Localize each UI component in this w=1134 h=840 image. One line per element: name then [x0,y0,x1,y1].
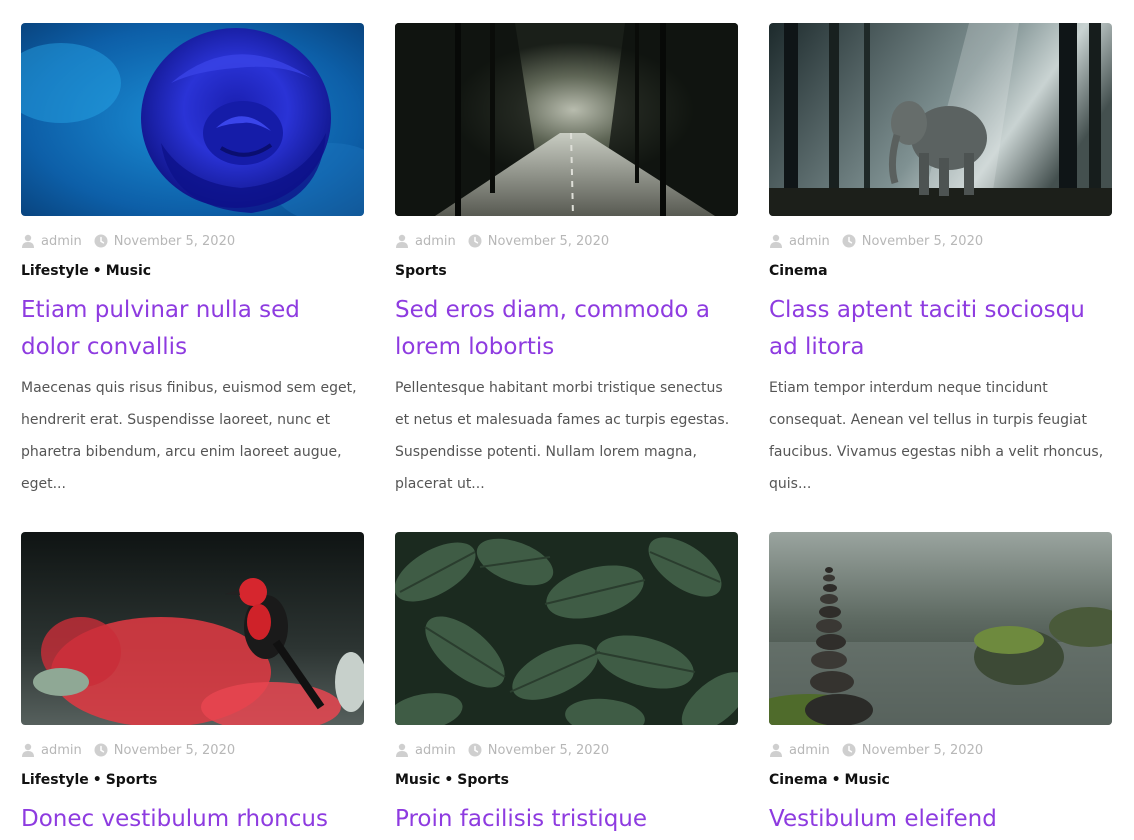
category-link[interactable]: Cinema [769,263,828,279]
posts-grid: admin November 5, 2020 Lifestyle • Music E… [21,23,1112,838]
author-name: admin [415,233,456,249]
post-author[interactable]: admin [769,743,830,758]
author-name: admin [415,742,456,758]
post-excerpt: Maecenas quis risus finibus, euismod sem… [21,380,357,492]
post-date[interactable]: November 5, 2020 [468,743,609,758]
post-author[interactable]: admin [21,743,82,758]
date-text: November 5, 2020 [487,742,610,758]
date-text: November 5, 2020 [861,233,984,249]
post-title[interactable]: Sed eros diam, commodo a lorem lobortis [395,292,738,366]
user-icon [21,743,35,757]
post-excerpt: Pellentesque habitant morbi tristique se… [395,380,730,492]
category-separator: • [92,263,102,279]
post-card: admin November 5, 2020 Cinema • Music Vest… [769,532,1112,838]
post-card: admin November 5, 2020 Lifestyle • Music E… [21,23,364,500]
post-title[interactable]: Vestibulum eleifend [769,801,1112,838]
post-thumbnail[interactable] [769,23,1112,216]
post-title[interactable]: Etiam pulvinar nulla sed dolor convallis [21,292,364,366]
clock-icon [468,743,482,757]
post-thumbnail[interactable] [395,532,738,725]
post-meta: admin November 5, 2020 [769,741,1112,759]
post-date[interactable]: November 5, 2020 [842,234,983,249]
clock-icon [94,743,108,757]
post-categories: Lifestyle • Music [21,263,364,283]
stacked-stones-image [769,532,1112,725]
blue-rose-image [21,23,364,216]
elephant-forest-image [769,23,1112,216]
post-meta: admin November 5, 2020 [21,741,364,759]
post-thumbnail[interactable] [395,23,738,216]
category-link[interactable]: Lifestyle [21,772,89,788]
post-meta: admin November 5, 2020 [395,232,738,250]
post-excerpt: Etiam tempor interdum neque tincidunt co… [769,380,1104,492]
author-name: admin [41,233,82,249]
post-categories: Sports [395,263,738,283]
category-link[interactable]: Music [395,772,440,788]
author-name: admin [789,233,830,249]
post-card: admin November 5, 2020 Music • Sports Proi… [395,532,738,838]
user-icon [395,743,409,757]
date-text: November 5, 2020 [861,742,984,758]
author-name: admin [41,742,82,758]
category-link[interactable]: Sports [457,772,509,788]
category-link[interactable]: Music [106,263,151,279]
post-author[interactable]: admin [395,743,456,758]
post-categories: Lifestyle • Sports [21,772,364,792]
user-icon [769,743,783,757]
post-title[interactable]: Donec vestibulum rhoncus [21,801,364,838]
post-card: admin November 5, 2020 Lifestyle • Sports … [21,532,364,838]
post-meta: admin November 5, 2020 [769,232,1112,250]
category-link[interactable]: Music [845,772,890,788]
post-categories: Music • Sports [395,772,738,792]
red-bird-flowers-image [21,532,364,725]
category-separator: • [831,772,841,788]
post-thumbnail[interactable] [21,532,364,725]
post-card: admin November 5, 2020 Cinema Class apte… [769,23,1112,500]
user-icon [21,234,35,248]
post-meta: admin November 5, 2020 [21,232,364,250]
post-author[interactable]: admin [395,234,456,249]
forest-road-image [395,23,738,216]
post-author[interactable]: admin [21,234,82,249]
clock-icon [842,234,856,248]
clock-icon [842,743,856,757]
author-name: admin [789,742,830,758]
category-link[interactable]: Sports [106,772,158,788]
post-categories: Cinema • Music [769,772,1112,792]
date-text: November 5, 2020 [487,233,610,249]
green-leaves-image [395,532,738,725]
post-categories: Cinema [769,263,1112,283]
date-text: November 5, 2020 [113,742,236,758]
post-date[interactable]: November 5, 2020 [842,743,983,758]
post-card: admin November 5, 2020 Sports Sed eros d… [395,23,738,500]
post-title[interactable]: Proin facilisis tristique [395,801,738,838]
category-link[interactable]: Cinema [769,772,828,788]
category-separator: • [92,772,102,788]
post-date[interactable]: November 5, 2020 [94,234,235,249]
post-date[interactable]: November 5, 2020 [94,743,235,758]
post-meta: admin November 5, 2020 [395,741,738,759]
category-separator: • [444,772,454,788]
clock-icon [94,234,108,248]
post-date[interactable]: November 5, 2020 [468,234,609,249]
category-link[interactable]: Sports [395,263,447,279]
post-thumbnail[interactable] [21,23,364,216]
user-icon [769,234,783,248]
date-text: November 5, 2020 [113,233,236,249]
post-title[interactable]: Class aptent taciti sociosqu ad litora [769,292,1112,366]
clock-icon [468,234,482,248]
post-author[interactable]: admin [769,234,830,249]
user-icon [395,234,409,248]
post-thumbnail[interactable] [769,532,1112,725]
category-link[interactable]: Lifestyle [21,263,89,279]
